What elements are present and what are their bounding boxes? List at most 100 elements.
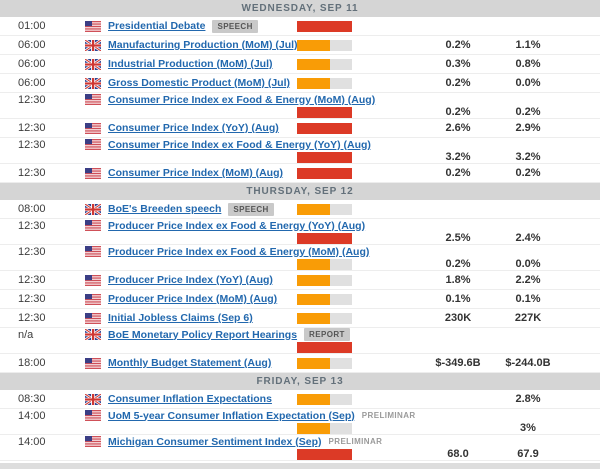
event-link[interactable]: Michigan Consumer Sentiment Index (Sep) xyxy=(108,436,322,448)
event-row: n/aBoE Monetary Policy Report HearingsRE… xyxy=(0,328,600,354)
consensus-value: 0.2% xyxy=(423,258,493,270)
event-link[interactable]: BoE's Breeden speech xyxy=(108,203,221,215)
impact-bar xyxy=(297,313,352,324)
event-row: 08:30Consumer Inflation Expectations2.8% xyxy=(0,390,600,409)
impact-bar-fill xyxy=(297,275,330,286)
previous-value: 0.2% xyxy=(493,106,563,118)
impact-bar-fill xyxy=(297,358,330,369)
event-row: 12:30Producer Price Index ex Food & Ener… xyxy=(0,245,600,271)
event-time: 01:00 xyxy=(0,20,85,32)
impact-bar-fill xyxy=(297,394,330,405)
impact-bar-fill xyxy=(297,204,330,215)
impact-bar-cell xyxy=(297,394,353,405)
impact-bar-cell xyxy=(297,259,353,270)
event-row: 12:30Consumer Price Index ex Food & Ener… xyxy=(0,93,600,119)
impact-bar-cell xyxy=(297,294,353,305)
event-link[interactable]: Monthly Budget Statement (Aug) xyxy=(108,357,271,369)
event-time: 06:00 xyxy=(0,77,85,89)
event-row: 06:00 Industrial Production (MoM) (Jul) 0.… xyxy=(0,55,600,74)
event-row: 12:30 Producer Price Index (YoY) (Aug) 1.8… xyxy=(0,271,600,290)
event-badge: SPEECH xyxy=(212,20,257,33)
event-row: 06:00 Gross Domestic Product (MoM) (Jul) 0… xyxy=(0,74,600,93)
previous-value: 1.1% xyxy=(493,39,563,51)
consensus-value: 230K xyxy=(423,312,493,324)
us-flag-icon xyxy=(85,275,101,286)
us-flag-icon xyxy=(85,139,101,150)
event-link[interactable]: Gross Domestic Product (MoM) (Jul) xyxy=(108,77,290,89)
impact-bar xyxy=(297,358,352,369)
event-link[interactable]: Consumer Price Index (MoM) (Aug) xyxy=(108,167,283,179)
event-link[interactable]: Presidential Debate xyxy=(108,20,205,32)
previous-value: 0.0% xyxy=(493,77,563,89)
day-header: FRIDAY, SEP 13 xyxy=(0,373,600,390)
consensus-value: 2.6% xyxy=(423,122,493,134)
event-row-line: 3% xyxy=(0,422,600,434)
consensus-value: 1.8% xyxy=(423,274,493,286)
event-row: 12:30Producer Price Index (MoM) (Aug)0.1… xyxy=(0,290,600,309)
event-cell: UoM 5-year Consumer Inflation Expectatio… xyxy=(85,410,297,422)
event-row-line: 06:00 Manufacturing Production (MoM) (Jul… xyxy=(0,36,600,54)
preliminary-tag: PRELIMINAR xyxy=(329,437,383,446)
impact-bar-cell xyxy=(297,152,353,163)
event-cell: Producer Price Index ex Food & Energy (M… xyxy=(85,246,297,258)
event-time: 06:00 xyxy=(0,58,85,70)
impact-bar xyxy=(297,123,352,134)
event-cell: Monthly Budget Statement (Aug) xyxy=(85,357,297,369)
event-link[interactable]: Producer Price Index (YoY) (Aug) xyxy=(108,274,273,286)
event-time: 12:30 xyxy=(0,274,85,286)
impact-bar-cell xyxy=(297,342,353,353)
event-time: 14:00 xyxy=(0,410,85,422)
impact-bar-cell xyxy=(297,275,353,286)
impact-bar-fill xyxy=(297,259,330,270)
impact-bar-cell xyxy=(297,123,353,134)
impact-bar-cell xyxy=(297,59,353,70)
impact-bar-cell xyxy=(297,358,353,369)
event-link[interactable]: Manufacturing Production (MoM) (Jul) xyxy=(108,39,298,51)
event-row-line: 06:00 Industrial Production (MoM) (Jul) 0.… xyxy=(0,55,600,73)
impact-bar-fill xyxy=(297,423,330,434)
previous-value: 0.8% xyxy=(493,58,563,70)
impact-bar-fill xyxy=(297,168,352,179)
impact-bar xyxy=(297,233,352,244)
event-link[interactable]: Consumer Price Index (YoY) (Aug) xyxy=(108,122,279,134)
event-row-line: 12:30Consumer Price Index (MoM) (Aug)0.2… xyxy=(0,164,600,182)
event-link[interactable]: Producer Price Index ex Food & Energy (Y… xyxy=(108,220,365,232)
event-row: 12:30Producer Price Index ex Food & Ener… xyxy=(0,219,600,245)
event-row-line: 12:30Initial Jobless Claims (Sep 6)230K2… xyxy=(0,309,600,327)
previous-value: 2.4% xyxy=(493,232,563,244)
event-time: 06:00 xyxy=(0,39,85,51)
event-link[interactable]: Consumer Price Index ex Food & Energy (Y… xyxy=(108,139,371,151)
uk-flag-icon xyxy=(85,204,101,215)
event-time: 12:30 xyxy=(0,167,85,179)
event-cell: Producer Price Index ex Food & Energy (Y… xyxy=(85,220,297,232)
event-cell: Initial Jobless Claims (Sep 6) xyxy=(85,312,297,324)
event-link[interactable]: Industrial Production (MoM) (Jul) xyxy=(108,58,272,70)
event-link[interactable]: Initial Jobless Claims (Sep 6) xyxy=(108,312,253,324)
uk-flag-icon xyxy=(85,78,101,89)
previous-value: 67.9 xyxy=(493,448,563,460)
next-day-header-partial xyxy=(0,463,600,469)
event-link[interactable]: Consumer Inflation Expectations xyxy=(108,393,272,405)
event-link[interactable]: BoE Monetary Policy Report Hearings xyxy=(108,329,297,341)
impact-bar-fill xyxy=(297,123,352,134)
impact-bar-fill xyxy=(297,78,330,89)
economic-calendar: WEDNESDAY, SEP 1101:00Presidential Debat… xyxy=(0,0,600,461)
us-flag-icon xyxy=(85,168,101,179)
event-link[interactable]: Producer Price Index (MoM) (Aug) xyxy=(108,293,277,305)
event-cell: Manufacturing Production (MoM) (Jul) xyxy=(85,39,297,51)
impact-bar xyxy=(297,59,352,70)
previous-value: 2.9% xyxy=(493,122,563,134)
consensus-value: 2.5% xyxy=(423,232,493,244)
impact-bar-cell xyxy=(297,449,353,460)
event-link[interactable]: UoM 5-year Consumer Inflation Expectatio… xyxy=(108,410,355,422)
impact-bar xyxy=(297,275,352,286)
event-row-line: 08:30Consumer Inflation Expectations2.8% xyxy=(0,390,600,408)
event-link[interactable]: Consumer Price Index ex Food & Energy (M… xyxy=(108,94,375,106)
event-link[interactable]: Producer Price Index ex Food & Energy (M… xyxy=(108,246,369,258)
event-row-line: 14:00UoM 5-year Consumer Inflation Expec… xyxy=(0,409,600,422)
impact-bar-fill xyxy=(297,313,330,324)
impact-bar xyxy=(297,294,352,305)
impact-bar-cell xyxy=(297,107,353,118)
impact-bar xyxy=(297,423,352,434)
uk-flag-icon xyxy=(85,394,101,405)
